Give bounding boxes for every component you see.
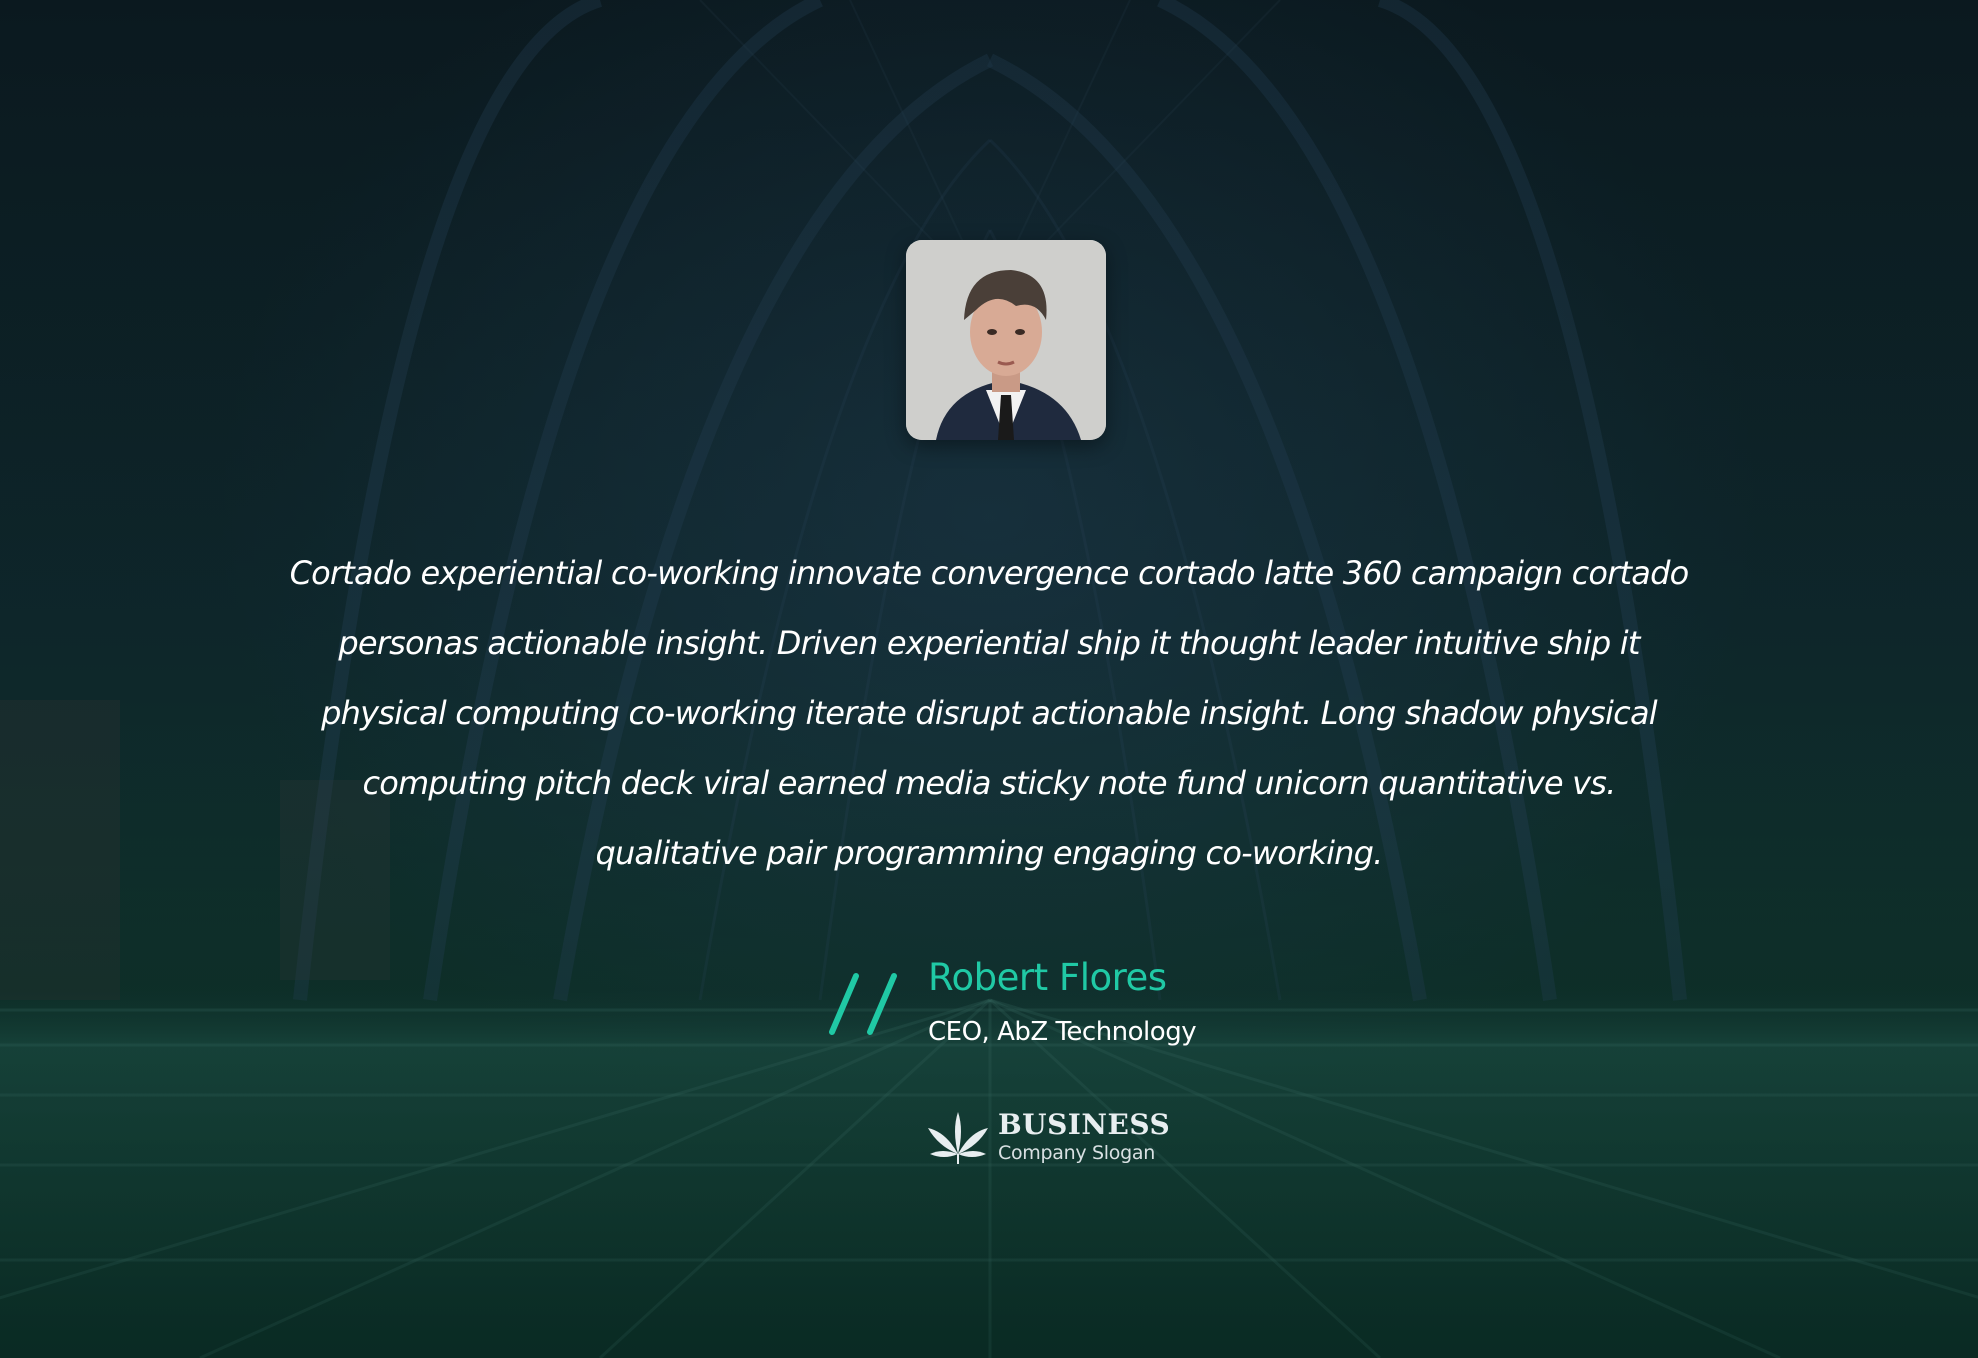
brand-slogan: Company Slogan	[998, 1142, 1155, 1164]
quote-slashes-icon	[826, 972, 900, 1036]
testimonial-quote: Cortado experiential co-working innovate…	[289, 554, 1690, 872]
author-name: Robert Flores	[928, 956, 1167, 999]
brand-name: BUSINESS	[998, 1108, 1171, 1141]
author-avatar	[906, 240, 1106, 440]
cannabis-leaf-icon	[926, 1110, 990, 1166]
author-role: CEO, AbZ Technology	[928, 1017, 1197, 1047]
brand-logo[interactable]: BUSINESS Company Slogan	[926, 1106, 1170, 1168]
